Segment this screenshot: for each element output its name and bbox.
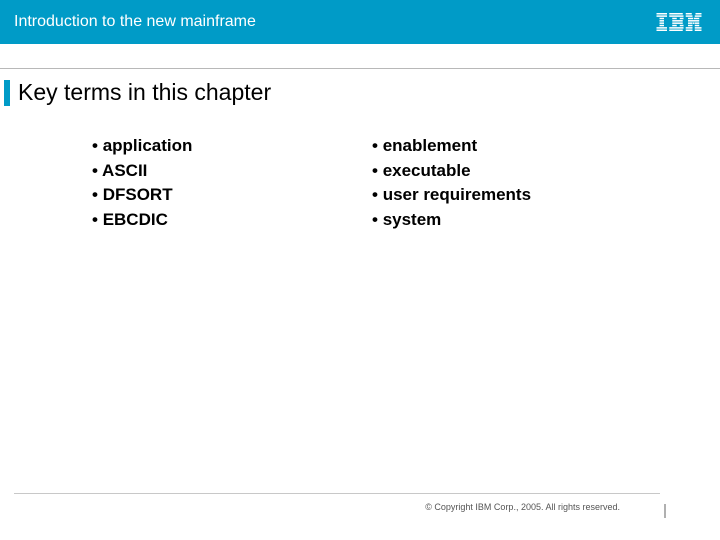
term-label: DFSORT <box>103 185 173 204</box>
term-label: system <box>383 210 442 229</box>
slide: Introduction to the new mainframe <box>0 0 720 540</box>
header-title: Introduction to the new mainframe <box>14 13 256 31</box>
terms-columns: • application • ASCII • DFSORT • EBCDIC … <box>0 134 720 233</box>
chapter-title: Key terms in this chapter <box>18 79 271 106</box>
slide-footer: © Copyright IBM Corp., 2005. All rights … <box>0 493 720 512</box>
term-label: user requirements <box>383 185 531 204</box>
term-label: application <box>103 136 193 155</box>
term-label: executable <box>383 161 471 180</box>
list-item: • ASCII <box>92 159 372 184</box>
list-item: • system <box>372 208 652 233</box>
ibm-logo-icon <box>656 13 702 31</box>
term-label: enablement <box>383 136 477 155</box>
copyright-text: © Copyright IBM Corp., 2005. All rights … <box>14 502 660 512</box>
term-label: EBCDIC <box>103 210 168 229</box>
footer-tick-icon <box>664 504 666 518</box>
terms-left-column: • application • ASCII • DFSORT • EBCDIC <box>92 134 372 233</box>
accent-bar <box>4 80 10 106</box>
divider <box>0 68 720 69</box>
list-item: • application <box>92 134 372 159</box>
title-row: Key terms in this chapter <box>0 79 720 106</box>
ibm-logo-icon <box>656 13 702 31</box>
terms-right-column: • enablement • executable • user require… <box>372 134 652 233</box>
term-label: ASCII <box>102 161 147 180</box>
slide-header: Introduction to the new mainframe <box>0 0 720 44</box>
list-item: • EBCDIC <box>92 208 372 233</box>
list-item: • user requirements <box>372 183 652 208</box>
divider <box>14 493 660 494</box>
list-item: • executable <box>372 159 652 184</box>
list-item: • DFSORT <box>92 183 372 208</box>
list-item: • enablement <box>372 134 652 159</box>
